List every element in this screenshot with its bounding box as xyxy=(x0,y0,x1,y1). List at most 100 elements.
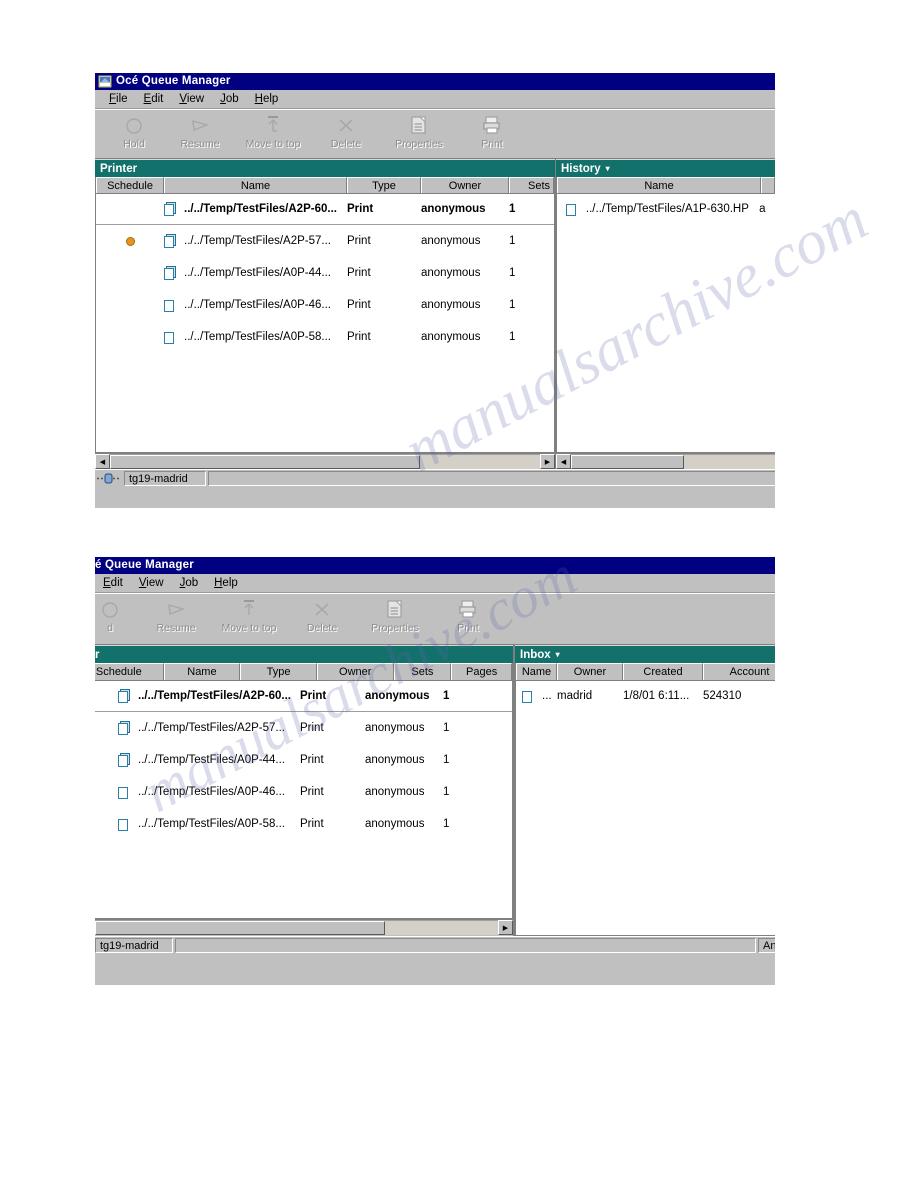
menu-job[interactable]: Job xyxy=(172,574,207,592)
row-owner-clipped: a xyxy=(759,203,766,215)
inbox-rows-bottom: ... madrid 1/8/01 6:11... 524310 xyxy=(516,681,775,711)
scroll-right-button[interactable]: ▶ xyxy=(498,920,513,935)
scroll-thumb[interactable] xyxy=(95,921,386,935)
table-row[interactable]: ../../Temp/TestFiles/A0P-46... Print ano… xyxy=(96,289,554,321)
table-row[interactable]: ../../Temp/TestFiles/A2P-57... Print ano… xyxy=(96,225,554,257)
titlebar-bottom[interactable]: é Queue Manager xyxy=(95,557,775,574)
delete-icon xyxy=(309,597,335,621)
menu-view[interactable]: View xyxy=(171,90,212,108)
titlebar-top[interactable]: Océ Queue Manager xyxy=(95,73,775,90)
delete-button[interactable]: Delete xyxy=(289,594,355,640)
inbox-pane-title: Inbox xyxy=(520,648,551,661)
printer-hscrollbar-top[interactable]: ◀ ▶ xyxy=(95,453,555,469)
window-title-bottom: é Queue Manager xyxy=(95,559,194,571)
inbox-pane-header[interactable]: Inbox ▾ xyxy=(515,645,775,663)
column-type[interactable]: Type xyxy=(240,663,317,680)
scroll-thumb[interactable] xyxy=(110,455,420,469)
document-icon xyxy=(164,330,177,345)
column-owner[interactable]: Owner xyxy=(557,663,623,680)
row-name-label: ../../Temp/TestFiles/A2P-57... xyxy=(184,235,331,247)
column-schedule[interactable]: Schedule xyxy=(95,663,164,680)
menu-view[interactable]: View xyxy=(131,574,172,592)
menu-help[interactable]: Help xyxy=(247,90,287,108)
scroll-left-button[interactable]: ◀ xyxy=(556,454,571,469)
column-name[interactable]: Name xyxy=(164,177,347,193)
column-owner[interactable]: Owner xyxy=(421,177,509,193)
scroll-thumb[interactable] xyxy=(571,455,684,469)
hold-button[interactable]: Hold xyxy=(101,110,167,156)
table-row[interactable]: ... madrid 1/8/01 6:11... 524310 xyxy=(516,681,775,711)
row-type: Print xyxy=(300,690,327,702)
row-type: Print xyxy=(347,331,371,343)
move-to-top-button[interactable]: Move to top xyxy=(233,110,313,156)
table-row[interactable]: ../../Temp/TestFiles/A0P-44... Print ano… xyxy=(96,257,554,289)
menu-job-label: ob xyxy=(225,93,239,105)
delete-button[interactable]: Delete xyxy=(313,110,379,156)
properties-button[interactable]: Properties xyxy=(379,110,459,156)
column-created[interactable]: Created xyxy=(623,663,703,680)
column-name[interactable]: Name xyxy=(557,177,762,193)
scroll-track[interactable] xyxy=(95,920,498,935)
menu-edit-label: dit xyxy=(110,577,123,589)
column-name[interactable]: Name xyxy=(516,663,557,680)
menu-file[interactable]: File xyxy=(101,90,136,108)
history-rows-top: ../../Temp/TestFiles/A1P-630.HP a xyxy=(557,194,775,224)
status-host: tg19-madrid xyxy=(124,471,206,486)
row-name: ../../Temp/TestFiles/A0P-46... xyxy=(118,785,300,800)
table-row[interactable]: ../../Temp/TestFiles/A2P-60... Print ano… xyxy=(95,681,512,712)
table-row[interactable]: ../../Temp/TestFiles/A0P-58... Print ano… xyxy=(96,321,554,353)
resume-button[interactable]: Resume xyxy=(143,594,209,640)
printer-pane-header[interactable]: Printer xyxy=(95,159,555,177)
column-overflow[interactable] xyxy=(761,177,775,193)
inbox-column-header: Name Owner Created Account xyxy=(516,663,775,681)
menu-edit[interactable]: Edit xyxy=(95,574,131,592)
status-message xyxy=(208,471,775,486)
menu-job[interactable]: Job xyxy=(212,90,247,108)
menu-help[interactable]: Help xyxy=(206,574,246,592)
column-account[interactable]: Account xyxy=(703,663,775,680)
properties-icon xyxy=(406,113,432,137)
column-owner[interactable]: Owner xyxy=(316,663,394,680)
print-button[interactable]: Print xyxy=(459,110,525,156)
menu-edit[interactable]: Edit xyxy=(136,90,172,108)
table-row[interactable]: ../../Temp/TestFiles/A0P-44... Print ano… xyxy=(95,744,512,776)
column-sets[interactable]: Sets xyxy=(393,663,452,680)
printer-column-header: Schedule Name Type Owner Sets xyxy=(96,177,554,194)
column-type[interactable]: Type xyxy=(347,177,421,193)
column-schedule[interactable]: Schedule xyxy=(96,177,164,193)
chevron-down-icon[interactable]: ▾ xyxy=(606,160,610,177)
properties-button[interactable]: Properties xyxy=(355,594,435,640)
printer-pane-body: Schedule Name Type Owner Sets Pages ../.… xyxy=(95,663,513,919)
scroll-track[interactable] xyxy=(110,454,540,469)
row-name-label: ../../Temp/TestFiles/A0P-44... xyxy=(138,754,285,766)
move-to-top-button[interactable]: Move to top xyxy=(209,594,289,640)
history-pane-header[interactable]: History ▾ xyxy=(556,159,775,177)
print-button[interactable]: Print xyxy=(435,594,501,640)
scroll-track[interactable] xyxy=(571,454,775,469)
menu-edit-label: dit xyxy=(151,93,164,105)
row-type: Print xyxy=(347,203,374,215)
row-owner: anonymous xyxy=(421,331,481,343)
scroll-left-button[interactable]: ◀ xyxy=(95,454,110,469)
resume-button[interactable]: Resume xyxy=(167,110,233,156)
table-row[interactable]: ../../Temp/TestFiles/A2P-57... Print ano… xyxy=(95,712,512,744)
print-icon xyxy=(455,597,481,621)
printer-pane-header[interactable]: r xyxy=(95,645,513,663)
column-pages[interactable]: Pages xyxy=(451,663,512,680)
chevron-down-icon[interactable]: ▾ xyxy=(556,646,560,663)
document-stack-icon xyxy=(164,233,177,249)
document-icon xyxy=(565,202,579,217)
row-name: ../../Temp/TestFiles/A0P-58... xyxy=(118,817,300,832)
row-sets: 1 xyxy=(509,331,516,343)
table-row[interactable]: ../../Temp/TestFiles/A1P-630.HP a xyxy=(557,194,775,224)
column-sets[interactable]: Sets xyxy=(509,177,554,193)
table-row[interactable]: ../../Temp/TestFiles/A0P-46... Print ano… xyxy=(95,776,512,808)
table-row[interactable]: ../../Temp/TestFiles/A0P-58... Print ano… xyxy=(95,808,512,840)
column-name[interactable]: Name xyxy=(163,663,241,680)
history-pane-title: History xyxy=(561,162,601,175)
scroll-right-button[interactable]: ▶ xyxy=(540,454,555,469)
table-row[interactable]: ../../Temp/TestFiles/A2P-60... Print ano… xyxy=(96,194,554,225)
hold-button[interactable]: d xyxy=(95,594,143,640)
printer-hscrollbar-bottom[interactable]: ▶ xyxy=(95,919,513,935)
history-hscrollbar-top[interactable]: ◀ xyxy=(556,453,775,469)
